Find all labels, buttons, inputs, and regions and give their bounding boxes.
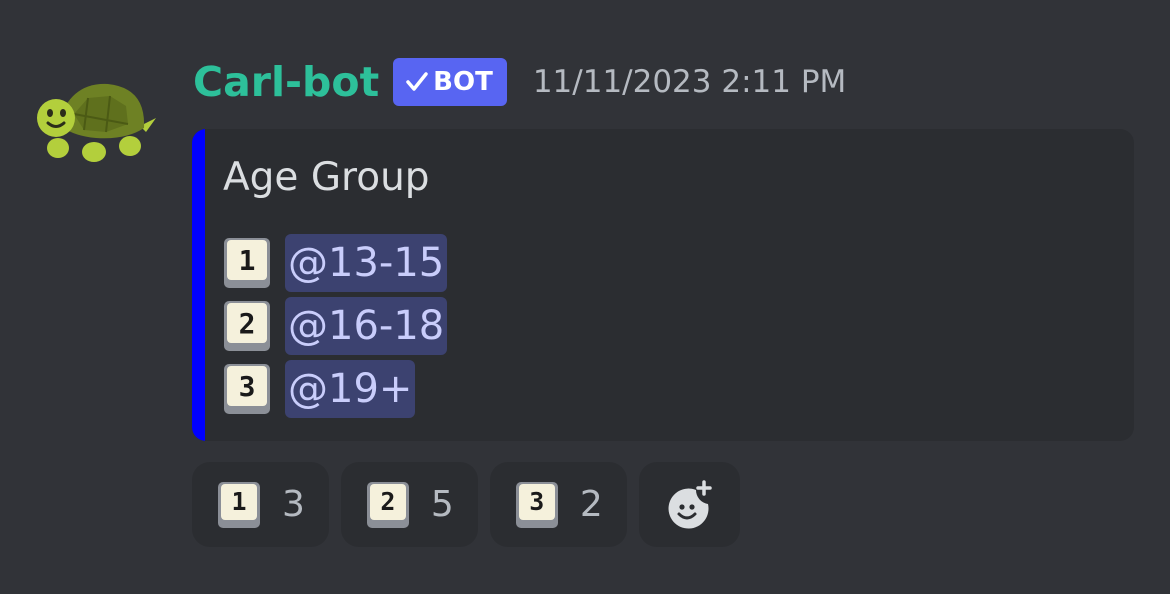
- keycap-3-icon: 3: [515, 481, 558, 528]
- reactions-bar: 1 3 2 5 3 2: [192, 462, 740, 547]
- keycap-2-icon: 2: [366, 481, 409, 528]
- timestamp[interactable]: 11/11/2023 2:11 PM: [533, 66, 846, 98]
- role-line: 3 @19+: [224, 360, 416, 418]
- bot-tag-label: BOT: [433, 67, 493, 97]
- author-name[interactable]: Carl-bot: [193, 61, 379, 103]
- keycap-2-icon: 2: [224, 301, 270, 351]
- reaction-button[interactable]: 2 5: [340, 462, 478, 547]
- reaction-count: 2: [579, 484, 603, 525]
- embed-title: Age Group: [223, 155, 430, 200]
- embed-accent-bar: [192, 129, 205, 441]
- keycap-3-icon: 3: [224, 364, 270, 414]
- role-mention[interactable]: @13-15: [285, 234, 448, 292]
- verified-check-icon: [406, 72, 428, 91]
- role-mention[interactable]: @16-18: [285, 297, 448, 355]
- role-line: 1 @13-15: [224, 234, 448, 292]
- bot-tag: BOT: [393, 58, 507, 106]
- message-header: Carl-bot BOT 11/11/2023 2:11 PM: [193, 54, 846, 110]
- reaction-button[interactable]: 1 3: [192, 462, 329, 547]
- turtle-icon: [37, 83, 156, 162]
- reaction-button[interactable]: 3 2: [489, 462, 627, 547]
- bot-avatar[interactable]: [36, 80, 158, 166]
- keycap-1-icon: 1: [218, 481, 260, 528]
- reaction-count: 5: [430, 484, 454, 525]
- add-reaction-icon: [668, 479, 712, 529]
- embed: Age Group 1 @13-15 2 @16-18 3 @19+: [192, 129, 1134, 441]
- keycap-1-icon: 1: [224, 238, 270, 288]
- reaction-count: 3: [282, 484, 305, 525]
- add-reaction-button[interactable]: [638, 462, 740, 547]
- role-mention[interactable]: @19+: [285, 360, 416, 418]
- role-line: 2 @16-18: [224, 297, 448, 355]
